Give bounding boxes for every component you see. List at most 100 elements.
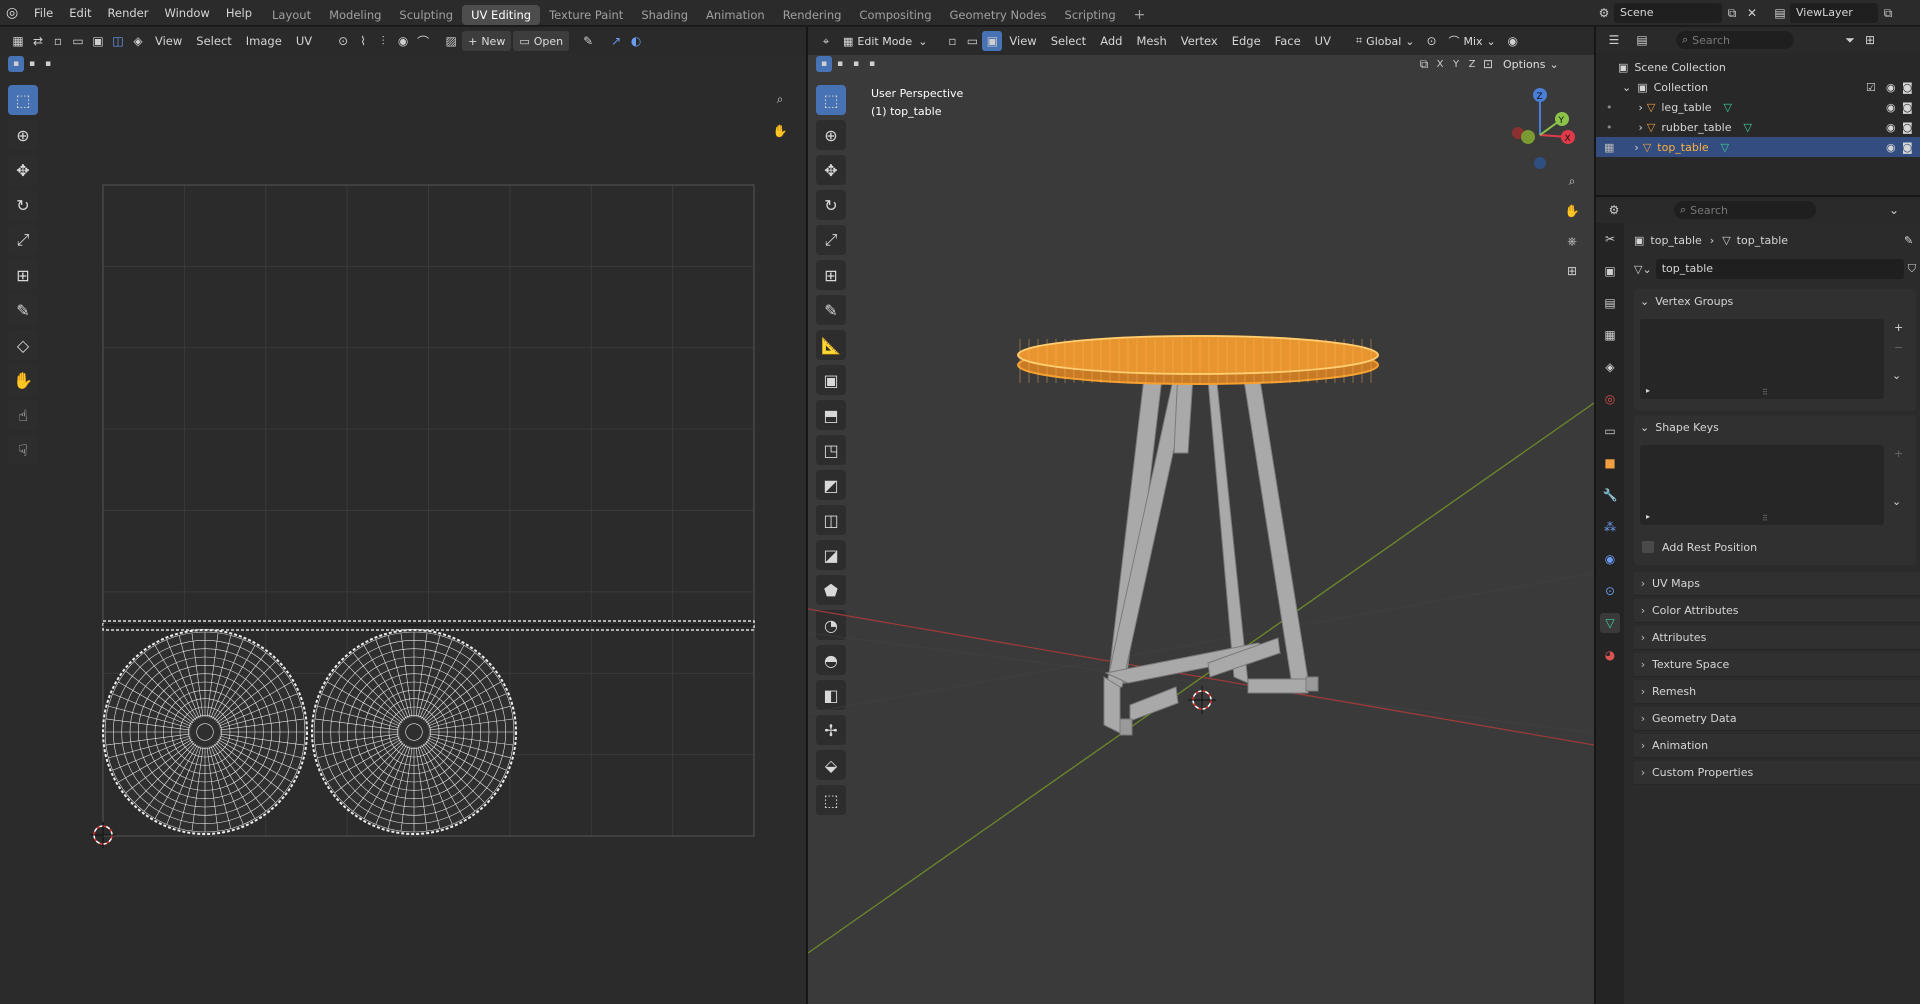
vertex-group-menu-icon[interactable]: ⌄ bbox=[1892, 369, 1901, 382]
physics-tab-icon[interactable]: ◉ bbox=[1600, 549, 1620, 569]
chevron-down-icon[interactable]: ⌄ bbox=[1884, 200, 1904, 220]
vertex-groups-list[interactable]: ▸ ⠿ bbox=[1640, 319, 1884, 399]
tab-animation[interactable]: Animation bbox=[697, 5, 774, 25]
visibility-eye-icon[interactable]: ◉ bbox=[1886, 141, 1896, 154]
add-rest-position-row[interactable]: Add Rest Position bbox=[1642, 537, 1757, 557]
snap-dropdown[interactable]: ⌒ Mix ⌄ bbox=[1442, 31, 1501, 51]
new-scene-icon[interactable]: ⧉ bbox=[1722, 3, 1742, 23]
vp-box-intersect-icon[interactable]: ▪ bbox=[864, 56, 880, 72]
proportional-edit-icon[interactable]: ◉ bbox=[1503, 31, 1523, 51]
modifier-tab-icon[interactable]: 🔧 bbox=[1600, 485, 1620, 505]
face-select-icon[interactable]: ▣ bbox=[982, 31, 1003, 51]
mirror-icon[interactable]: ⧉ bbox=[1416, 56, 1432, 72]
panel-uv-maps[interactable]: › UV Maps bbox=[1634, 572, 1920, 596]
tab-sculpting[interactable]: Sculpting bbox=[390, 5, 462, 25]
outliner-search[interactable]: ⌕ Search bbox=[1676, 31, 1794, 49]
shape-keys-header[interactable]: ⌄ Shape Keys bbox=[1634, 415, 1916, 439]
vp-menu-edge[interactable]: Edge bbox=[1225, 34, 1268, 48]
vp-menu-view[interactable]: View bbox=[1002, 34, 1043, 48]
axis-x-toggle[interactable]: X bbox=[1432, 56, 1448, 72]
mesh-name-field[interactable]: top_table bbox=[1655, 259, 1904, 279]
new-viewlayer-icon[interactable]: ⧉ bbox=[1878, 3, 1898, 23]
vp-menu-vertex[interactable]: Vertex bbox=[1174, 34, 1225, 48]
tab-shading[interactable]: Shading bbox=[632, 5, 697, 25]
vp-menu-mesh[interactable]: Mesh bbox=[1129, 34, 1173, 48]
uv-island-circle-2[interactable] bbox=[311, 629, 517, 835]
tab-uv-editing[interactable]: UV Editing bbox=[462, 4, 541, 25]
add-rest-position-checkbox[interactable] bbox=[1642, 541, 1654, 553]
vp-box-extend-icon[interactable]: ▪ bbox=[832, 56, 848, 72]
leg-table-object[interactable] bbox=[1103, 348, 1319, 736]
output-tab-icon[interactable]: ▤ bbox=[1600, 293, 1620, 313]
panel-remesh[interactable]: › Remesh bbox=[1634, 680, 1920, 704]
delete-scene-icon[interactable]: ✕ bbox=[1742, 3, 1762, 23]
outliner-item-top-table[interactable]: ▦ › ▽ top_table ▽ ◉ ◙ bbox=[1596, 137, 1920, 157]
shape-keys-list[interactable]: ▸ ⠿ bbox=[1640, 445, 1884, 525]
collection-tab-icon[interactable]: ▭ bbox=[1600, 421, 1620, 441]
tab-modeling[interactable]: Modeling bbox=[320, 5, 390, 25]
tab-rendering[interactable]: Rendering bbox=[774, 5, 851, 25]
shape-key-menu-icon[interactable]: ⌄ bbox=[1892, 495, 1901, 508]
vp-menu-face[interactable]: Face bbox=[1268, 34, 1308, 48]
top-table-object[interactable] bbox=[1017, 335, 1379, 385]
uv-2d-cursor[interactable] bbox=[90, 822, 116, 848]
data-tab-icon[interactable]: ▽ bbox=[1600, 613, 1620, 633]
editor-type-3d-icon[interactable]: ⌖ bbox=[816, 31, 836, 51]
panel-animation[interactable]: › Animation bbox=[1634, 734, 1920, 758]
visibility-eye-icon[interactable]: ◉ bbox=[1886, 121, 1896, 134]
render-camera-icon[interactable]: ◙ bbox=[1902, 141, 1913, 154]
vp-menu-uv[interactable]: UV bbox=[1308, 34, 1338, 48]
material-tab-icon[interactable]: ◕ bbox=[1600, 645, 1620, 665]
add-workspace-icon[interactable]: + bbox=[1125, 5, 1155, 25]
panel-color-attributes[interactable]: › Color Attributes bbox=[1634, 599, 1920, 623]
vertex-select-icon[interactable]: ▫ bbox=[942, 31, 962, 51]
tab-texture-paint[interactable]: Texture Paint bbox=[540, 5, 632, 25]
properties-search[interactable]: ⌕ Search bbox=[1674, 201, 1816, 219]
viewlayer-icon[interactable]: ▤ bbox=[1770, 3, 1790, 23]
uv-island-circle-1[interactable] bbox=[102, 629, 308, 835]
edge-select-icon[interactable]: ▭ bbox=[962, 31, 982, 51]
menu-file[interactable]: File bbox=[26, 0, 61, 26]
render-tab-icon[interactable]: ▣ bbox=[1600, 261, 1620, 281]
view-layer-tab-icon[interactable]: ▦ bbox=[1600, 325, 1620, 345]
menu-edit[interactable]: Edit bbox=[61, 0, 99, 26]
vp-menu-add[interactable]: Add bbox=[1093, 34, 1129, 48]
collection-checkbox[interactable]: ☑ bbox=[1866, 81, 1876, 94]
vertex-groups-header[interactable]: ⌄ Vertex Groups bbox=[1634, 289, 1916, 313]
expand-list-icon[interactable]: ▸ bbox=[1646, 512, 1650, 521]
tab-compositing[interactable]: Compositing bbox=[850, 5, 940, 25]
scene-tab-icon[interactable]: ◈ bbox=[1600, 357, 1620, 377]
constraints-tab-icon[interactable]: ⊙ bbox=[1600, 581, 1620, 601]
outliner-item-leg-table[interactable]: • › ▽ leg_table ▽ ◉ ◙ bbox=[1596, 97, 1920, 117]
3d-cursor[interactable] bbox=[1188, 686, 1216, 714]
orientation-dropdown[interactable]: ⌗ Global ⌄ bbox=[1350, 31, 1421, 51]
list-resize-handle[interactable]: ⠿ bbox=[1762, 388, 1768, 397]
tab-layout[interactable]: Layout bbox=[263, 5, 320, 25]
particles-tab-icon[interactable]: ⁂ bbox=[1600, 517, 1620, 537]
panel-geometry-data[interactable]: › Geometry Data bbox=[1634, 707, 1920, 731]
vp-box-new-icon[interactable]: ▪ bbox=[816, 56, 832, 72]
filter-icon[interactable]: ⏷ bbox=[1840, 30, 1860, 50]
scene-icon[interactable]: ⚙ bbox=[1594, 3, 1614, 23]
viewlayer-field[interactable]: ViewLayer bbox=[1790, 3, 1878, 23]
outliner-type-icon[interactable]: ☰ bbox=[1604, 30, 1624, 50]
tab-geometry-nodes[interactable]: Geometry Nodes bbox=[941, 5, 1056, 25]
list-resize-handle[interactable]: ⠿ bbox=[1762, 514, 1768, 523]
pin-icon[interactable]: ✎ bbox=[1904, 234, 1913, 247]
visibility-eye-icon[interactable]: ◉ bbox=[1886, 81, 1896, 94]
world-tab-icon[interactable]: ◎ bbox=[1600, 389, 1620, 409]
pivot-point-icon[interactable]: ⊙ bbox=[1421, 31, 1441, 51]
fake-user-icon[interactable]: ⛉ bbox=[1908, 262, 1916, 276]
properties-type-icon[interactable]: ⚙ bbox=[1604, 200, 1624, 220]
add-shape-key-button[interactable]: + bbox=[1894, 447, 1903, 460]
outliner-collection[interactable]: ⌄ ▣ Collection ☑ ◉ ◙ bbox=[1596, 77, 1920, 97]
menu-render[interactable]: Render bbox=[100, 0, 157, 26]
object-tab-icon[interactable]: ■ bbox=[1600, 453, 1620, 473]
vp-menu-select[interactable]: Select bbox=[1044, 34, 1093, 48]
axis-y-toggle[interactable]: Y bbox=[1448, 56, 1464, 72]
expand-list-icon[interactable]: ▸ bbox=[1646, 386, 1650, 395]
blender-logo-icon[interactable]: ◎ bbox=[6, 5, 26, 21]
menu-help[interactable]: Help bbox=[218, 0, 260, 26]
panel-texture-space[interactable]: › Texture Space bbox=[1634, 653, 1920, 677]
remove-vertex-group-button[interactable]: − bbox=[1894, 341, 1903, 354]
